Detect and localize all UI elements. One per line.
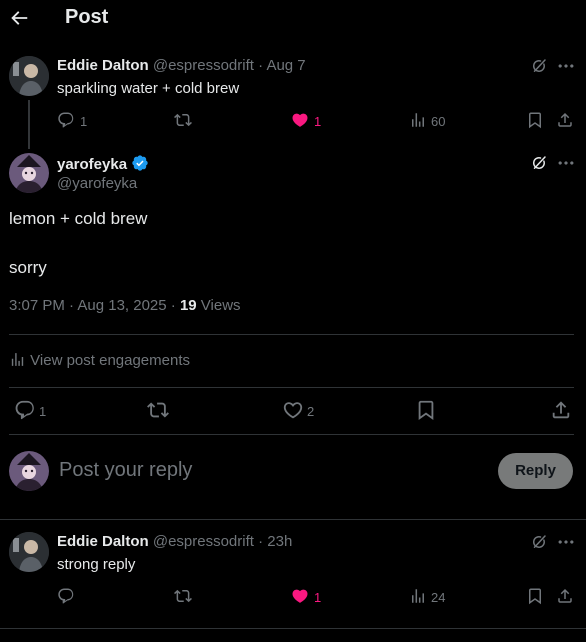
- main-post-views-count: 19: [179, 297, 197, 314]
- retweet-icon[interactable]: [174, 587, 192, 605]
- engagements-icon: [9, 351, 26, 372]
- views-icon[interactable]: [409, 587, 427, 605]
- reply-input[interactable]: Post your reply: [59, 459, 479, 482]
- reply-like-count: 1: [314, 590, 322, 605]
- divider: [9, 434, 574, 435]
- retweet-icon[interactable]: [147, 399, 169, 421]
- grok-icon[interactable]: [530, 154, 548, 172]
- bookmark-icon[interactable]: [415, 399, 437, 421]
- page-title: Post: [65, 6, 109, 28]
- main-post-handle[interactable]: @yarofeyka: [57, 175, 137, 192]
- reply-post-display-name[interactable]: Eddie Dalton: [57, 533, 149, 550]
- thread-connector-line: [28, 100, 30, 149]
- avatar-yarofeyka[interactable]: [9, 153, 49, 193]
- parent-post-header: Eddie Dalton @espressodrift · Aug 7: [57, 57, 306, 74]
- share-icon[interactable]: [550, 399, 572, 421]
- more-options-icon[interactable]: [556, 56, 576, 76]
- views-icon[interactable]: [409, 111, 427, 129]
- grok-icon[interactable]: [530, 57, 548, 75]
- share-icon[interactable]: [556, 587, 574, 605]
- parent-like-count: 1: [314, 114, 322, 129]
- divider: [0, 628, 586, 629]
- reply-icon[interactable]: [57, 587, 75, 605]
- more-options-icon[interactable]: [556, 532, 576, 552]
- reply-post-text: strong reply: [57, 556, 136, 573]
- main-post-author: yarofeyka: [57, 154, 149, 176]
- main-post-timestamp[interactable]: 3:07 PM · Aug 13, 2025 ·: [9, 297, 180, 314]
- divider: [0, 519, 586, 520]
- composer-avatar: [9, 451, 49, 491]
- parent-view-count: 60: [431, 114, 446, 129]
- main-reply-count: 1: [39, 404, 47, 419]
- avatar-eddie[interactable]: [9, 56, 49, 96]
- main-post-views-label: Views: [196, 297, 241, 314]
- reply-icon[interactable]: [57, 111, 75, 129]
- main-post-timestamp-row: 3:07 PM · Aug 13, 2025 · 19 Views: [9, 297, 241, 314]
- like-icon[interactable]: [282, 399, 304, 421]
- reply-icon[interactable]: [14, 399, 36, 421]
- main-post-display-name[interactable]: yarofeyka: [57, 156, 127, 173]
- main-post-text-line2: sorry: [9, 258, 47, 277]
- share-icon[interactable]: [556, 111, 574, 129]
- reply-post-header: Eddie Dalton @espressodrift · 23h: [57, 533, 292, 550]
- reply-post-meta[interactable]: @espressodrift · 23h: [153, 533, 292, 550]
- reply-view-count: 24: [431, 590, 446, 605]
- like-icon-active[interactable]: [291, 587, 309, 605]
- parent-post-meta[interactable]: @espressodrift · Aug 7: [153, 57, 306, 74]
- view-engagements-label: View post engagements: [30, 352, 191, 369]
- main-like-count: 2: [307, 404, 315, 419]
- parent-post-display-name[interactable]: Eddie Dalton: [57, 57, 149, 74]
- back-arrow-icon[interactable]: [8, 7, 30, 29]
- verified-badge-icon: [131, 154, 149, 176]
- parent-post-text: sparkling water + cold brew: [57, 80, 240, 97]
- grok-icon[interactable]: [530, 533, 548, 551]
- retweet-icon[interactable]: [174, 111, 192, 129]
- bookmark-icon[interactable]: [526, 111, 544, 129]
- parent-reply-count: 1: [80, 114, 88, 129]
- view-engagements-link[interactable]: View post engagements: [9, 351, 190, 372]
- avatar-eddie[interactable]: [9, 532, 49, 572]
- reply-button[interactable]: Reply: [498, 453, 573, 489]
- more-options-icon[interactable]: [556, 153, 576, 173]
- like-icon-active[interactable]: [291, 111, 309, 129]
- divider: [9, 334, 574, 335]
- bookmark-icon[interactable]: [526, 587, 544, 605]
- main-post-text-line1: lemon + cold brew: [9, 209, 148, 228]
- divider: [9, 387, 574, 388]
